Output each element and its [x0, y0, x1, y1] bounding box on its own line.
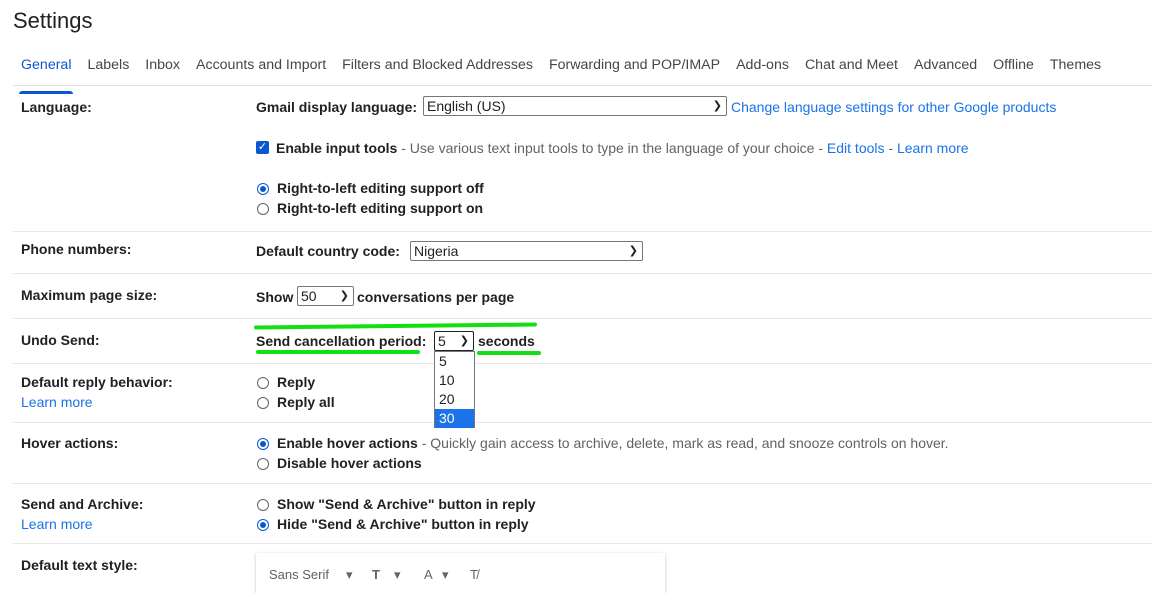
reply-radio[interactable]: [257, 377, 269, 389]
rtl-off-label: Right-to-left editing support off: [277, 180, 484, 196]
hide-send-archive-label: Hide "Send & Archive" button in reply: [277, 516, 529, 532]
show-send-archive-label: Show "Send & Archive" button in reply: [277, 496, 536, 512]
chevron-down-icon: ▾: [442, 567, 449, 582]
tab-labels[interactable]: Labels: [79, 51, 137, 85]
cancellation-period-label: Send cancellation period:: [256, 333, 427, 349]
page-size-row: Maximum page size: Show 50 ❯ conversatio…: [13, 274, 1152, 319]
edit-tools-link[interactable]: Edit tools: [827, 140, 885, 156]
option-5[interactable]: 5: [435, 352, 474, 371]
chevron-down-icon: ❯: [459, 335, 469, 347]
display-language-select[interactable]: English (US) ❯: [423, 96, 727, 116]
option-10[interactable]: 10: [435, 371, 474, 390]
page-title: Settings: [13, 8, 93, 33]
tab-filters[interactable]: Filters and Blocked Addresses: [334, 51, 541, 85]
input-tools-label: Enable input tools: [276, 140, 398, 156]
rtl-off-radio[interactable]: [257, 183, 269, 195]
send-archive-label: Send and Archive:: [21, 496, 144, 512]
tab-chat-and-meet[interactable]: Chat and Meet: [797, 51, 906, 85]
option-30[interactable]: 30: [435, 409, 474, 428]
input-tools-line: Enable input tools - Use various text in…: [276, 140, 969, 156]
chevron-down-icon: ▾: [346, 567, 353, 582]
send-archive-row: Send and Archive: Learn more Show "Send …: [13, 484, 1152, 544]
cancellation-period-dropdown: 5 10 20 30: [434, 351, 475, 428]
separator: -: [884, 140, 897, 156]
phone-numbers-label: Phone numbers:: [21, 241, 132, 257]
page-size-select[interactable]: 50 ❯: [297, 286, 354, 306]
disable-hover-radio[interactable]: [257, 458, 269, 470]
language-label: Language:: [21, 99, 92, 115]
enable-input-tools-checkbox[interactable]: ✓: [256, 141, 269, 154]
hover-actions-row: Hover actions: Enable hover actions - Qu…: [13, 423, 1152, 484]
tab-general[interactable]: General: [13, 51, 79, 94]
tab-add-ons[interactable]: Add-ons: [728, 51, 797, 85]
country-code-value: Nigeria: [414, 243, 459, 259]
seconds-label: seconds: [478, 333, 535, 349]
tab-advanced[interactable]: Advanced: [906, 51, 985, 85]
tab-accounts-and-import[interactable]: Accounts and Import: [188, 51, 334, 85]
language-row: Language: Gmail display language: Englis…: [13, 86, 1152, 232]
rtl-on-radio[interactable]: [257, 203, 269, 215]
show-label: Show: [256, 289, 294, 305]
reply-learn-more-link[interactable]: Learn more: [21, 394, 93, 410]
chevron-down-icon: ❯: [339, 290, 349, 302]
country-code-label: Default country code:: [256, 243, 400, 259]
reply-all-radio[interactable]: [257, 397, 269, 409]
rtl-on-label: Right-to-left editing support on: [277, 200, 484, 216]
undo-send-label: Undo Send:: [21, 332, 100, 348]
text-style-label: Default text style:: [21, 557, 138, 573]
tab-inbox[interactable]: Inbox: [137, 51, 188, 85]
page-size-label: Maximum page size:: [21, 287, 158, 303]
display-language-label: Gmail display language:: [256, 99, 418, 115]
text-style-toolbar: Sans Serif ▾ T ▾ A ▾ T̸: [256, 553, 665, 593]
reply-all-label: Reply all: [277, 394, 335, 410]
settings-tabs: General Labels Inbox Accounts and Import…: [13, 51, 1152, 94]
undo-send-row: Undo Send: Send cancellation period: 5 ❯…: [13, 319, 1152, 364]
send-archive-learn-more-link[interactable]: Learn more: [21, 516, 93, 532]
highlight-stroke-bottom-left: [256, 350, 420, 354]
tab-offline[interactable]: Offline: [985, 51, 1042, 85]
hover-actions-label: Hover actions:: [21, 435, 119, 451]
enable-hover-line: Enable hover actions - Quickly gain acce…: [277, 435, 949, 451]
phone-numbers-row: Phone numbers: Default country code: Nig…: [13, 232, 1152, 274]
chevron-down-icon: ❯: [712, 100, 722, 112]
cancellation-period-value: 5: [438, 333, 446, 349]
reply-behavior-label: Default reply behavior:: [21, 374, 173, 390]
chevron-down-icon: ▾: [394, 567, 401, 582]
enable-hover-radio[interactable]: [257, 438, 269, 450]
learn-more-link[interactable]: Learn more: [897, 140, 969, 156]
page-size-suffix: conversations per page: [357, 289, 515, 305]
option-20[interactable]: 20: [435, 390, 474, 409]
tab-themes[interactable]: Themes: [1042, 51, 1109, 85]
hide-send-archive-radio[interactable]: [257, 519, 269, 531]
page-size-value: 50: [301, 288, 317, 304]
chevron-down-icon: ❯: [628, 245, 638, 257]
display-language-value: English (US): [427, 98, 506, 114]
reply-behavior-row: Default reply behavior: Learn more Reply…: [13, 364, 1152, 423]
cancellation-period-select[interactable]: 5 ❯: [434, 331, 474, 351]
reply-label: Reply: [277, 374, 316, 390]
show-send-archive-radio[interactable]: [257, 499, 269, 511]
disable-hover-label: Disable hover actions: [277, 455, 422, 471]
highlight-stroke-bottom-right: [477, 351, 541, 355]
enable-hover-label: Enable hover actions: [277, 435, 418, 451]
tab-forwarding[interactable]: Forwarding and POP/IMAP: [541, 51, 728, 85]
enable-hover-desc: - Quickly gain access to archive, delete…: [417, 435, 949, 451]
change-language-link[interactable]: Change language settings for other Googl…: [731, 99, 1056, 115]
input-tools-desc: - Use various text input tools to type i…: [397, 140, 827, 156]
country-code-select[interactable]: Nigeria ❯: [410, 241, 643, 261]
